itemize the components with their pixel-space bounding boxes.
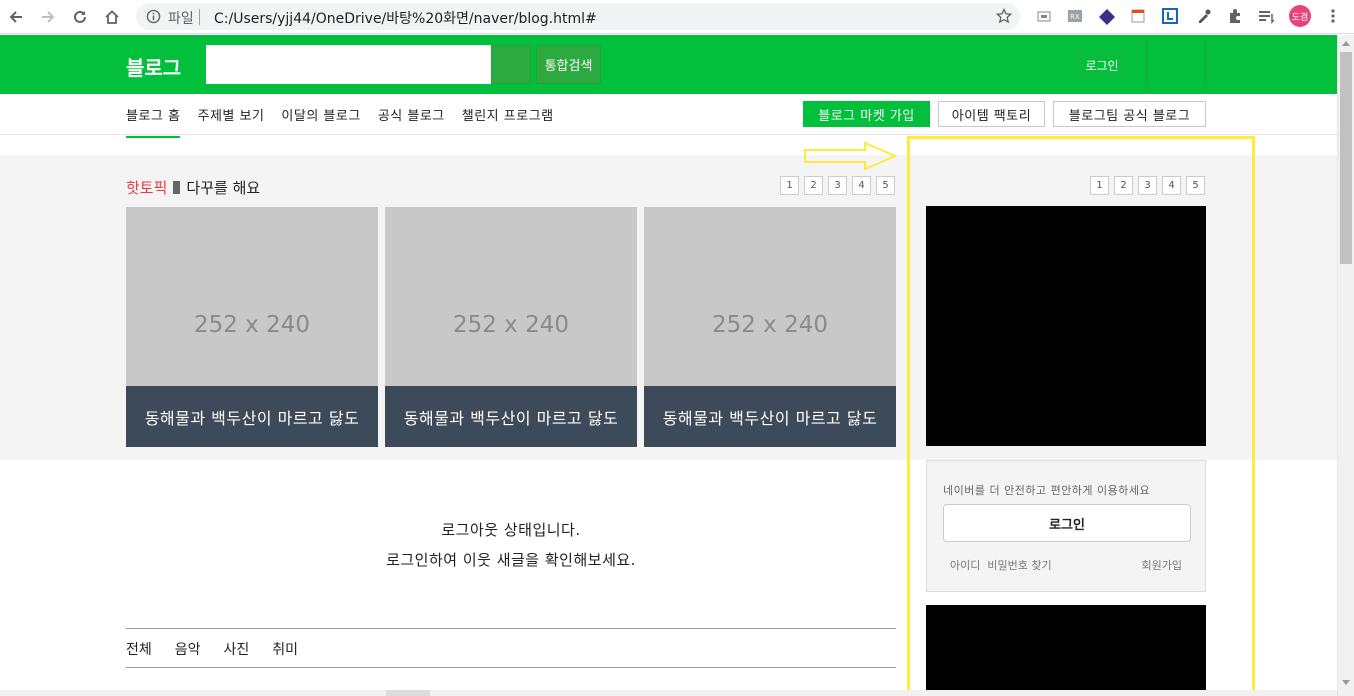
browser-toolbar: 파일 C:/Users/yjj44/OneDrive/바탕%20화면/naver… [0, 0, 1354, 34]
page-button[interactable]: 4 [852, 176, 871, 195]
info-icon[interactable] [146, 9, 161, 28]
login-message: 네이버를 더 안전하고 편안하게 이용하세요 [943, 484, 1151, 497]
rx-extension-icon[interactable]: RX [1067, 8, 1085, 26]
hot-topic-title: 핫토픽 다꾸를 해요 [126, 177, 260, 198]
gnb-item-challenge[interactable]: 챌린지 프로그램 [462, 105, 554, 138]
gnb-item-topics[interactable]: 주제별 보기 [197, 105, 264, 138]
divider [1146, 35, 1147, 94]
screen-extension-icon[interactable] [1036, 8, 1054, 26]
page-button[interactable]: 3 [828, 176, 847, 195]
page-button[interactable]: 4 [1162, 176, 1181, 195]
header-login-button[interactable]: 로그인 [1078, 54, 1126, 76]
eyedropper-extension-icon[interactable] [1196, 8, 1214, 26]
forward-icon[interactable] [38, 7, 58, 27]
tab-all[interactable]: 전체 [126, 639, 152, 659]
gnb-menu: 블로그 홈 주제별 보기 이달의 블로그 공식 블로그 챌린지 프로그램 [126, 105, 554, 138]
card-caption: 동해물과 백두산이 마르고 닳도 [385, 386, 637, 447]
reload-icon[interactable] [70, 7, 90, 27]
horizontal-scrollbar[interactable] [0, 690, 1337, 696]
scrollbar-thumb[interactable] [1340, 52, 1352, 264]
gnb-item-official[interactable]: 공식 블로그 [378, 105, 445, 138]
divider [173, 181, 181, 194]
scrollbar-thumb[interactable] [386, 690, 430, 696]
web-page: 블로그 통합검색 로그인 블로그 홈 주제별 보기 이달의 블로그 공식 블로그… [0, 35, 1337, 696]
gnb-item-monthly[interactable]: 이달의 블로그 [281, 105, 360, 138]
search-icon-button[interactable] [491, 45, 531, 84]
card-caption: 동해물과 백두산이 마르고 닳도 [644, 386, 896, 447]
reading-list-icon[interactable] [1258, 8, 1276, 26]
gnb-item-home[interactable]: 블로그 홈 [126, 105, 181, 138]
back-icon[interactable] [6, 7, 26, 27]
search-input[interactable] [206, 45, 491, 84]
page-button[interactable]: 1 [1090, 176, 1109, 195]
global-nav: 블로그 홈 주제별 보기 이달의 블로그 공식 블로그 챌린지 프로그램 블로그… [0, 94, 1337, 138]
blog-logo[interactable]: 블로그 [126, 52, 181, 81]
find-id-password-link[interactable]: 아이디 비밀번호 찾기 [950, 557, 1052, 573]
aside-login-button[interactable]: 로그인 [943, 504, 1191, 542]
layers-extension-icon[interactable] [1098, 8, 1116, 26]
notes-extension-icon[interactable] [1130, 8, 1148, 26]
image-placeholder: 252 x 240 [711, 312, 829, 338]
hot-topic-card[interactable]: 252 x 240 동해물과 백두산이 마르고 닳도 [385, 207, 637, 447]
page-button[interactable]: 2 [804, 176, 823, 195]
total-search-button[interactable]: 통합검색 [536, 45, 601, 84]
tab-hobby[interactable]: 취미 [272, 639, 298, 659]
divider [1205, 35, 1206, 94]
image-placeholder: 252 x 240 [452, 312, 570, 338]
page-button[interactable]: 3 [1138, 176, 1157, 195]
logout-line: 로그인하여 이웃 새글을 확인해보세요. [386, 551, 636, 569]
page-button[interactable]: 5 [876, 176, 895, 195]
address-bar[interactable]: 파일 C:/Users/yjj44/OneDrive/바탕%20화면/naver… [136, 3, 1020, 30]
aside-ad-banner[interactable] [926, 605, 1206, 696]
url-text[interactable]: C:/Users/yjj44/OneDrive/바탕%20화면/naver/bl… [214, 8, 597, 28]
logout-line: 로그아웃 상태입니다. [441, 521, 581, 539]
card-caption: 동해물과 백두산이 마르고 닳도 [126, 386, 378, 447]
bookmark-star-icon[interactable] [995, 7, 1013, 28]
svg-text:RX: RX [1070, 13, 1080, 21]
blog-market-join-button[interactable]: 블로그 마켓 가입 [803, 101, 930, 127]
aside-pager: 1 2 3 4 5 [1090, 176, 1205, 195]
logout-notice: 로그아웃 상태입니다. 로그인하여 이웃 새글을 확인해보세요. [126, 515, 896, 575]
scheme-label: 파일 [168, 11, 194, 27]
tab-music[interactable]: 음악 [175, 639, 201, 659]
divider [199, 9, 200, 25]
page-button[interactable]: 1 [780, 176, 799, 195]
hot-topic-pager: 1 2 3 4 5 [780, 176, 895, 195]
home-icon[interactable] [102, 7, 122, 27]
extensions-puzzle-icon[interactable] [1227, 8, 1245, 26]
page-button[interactable]: 2 [1114, 176, 1133, 195]
scroll-up-icon[interactable] [1342, 41, 1350, 46]
category-tabs: 전체 음악 사진 취미 [126, 628, 896, 668]
annotation-arrow-icon [804, 141, 898, 171]
profile-avatar[interactable]: 도겸 [1289, 5, 1311, 27]
image-placeholder: 252 x 240 [193, 312, 311, 338]
aside-ad-banner[interactable] [926, 206, 1206, 446]
hot-topic-label: 핫토픽 [126, 179, 168, 197]
hot-topic-card[interactable]: 252 x 240 동해물과 백두산이 마르고 닳도 [644, 207, 896, 447]
vertical-scrollbar[interactable] [1337, 35, 1354, 696]
blog-team-official-button[interactable]: 블로그팀 공식 블로그 [1053, 101, 1206, 127]
hot-topic-card[interactable]: 252 x 240 동해물과 백두산이 마르고 닳도 [126, 207, 378, 447]
blog-header: 블로그 통합검색 로그인 [0, 35, 1337, 94]
l-extension-icon[interactable] [1162, 8, 1180, 26]
scroll-down-icon[interactable] [1342, 680, 1350, 685]
aside-login-box: 네이버를 더 안전하고 편안하게 이용하세요 로그인 아이디 비밀번호 찾기 회… [926, 460, 1206, 592]
page-button[interactable]: 5 [1186, 176, 1205, 195]
tab-photo[interactable]: 사진 [224, 639, 250, 659]
join-link[interactable]: 회원가입 [1142, 557, 1182, 573]
menu-kebab-icon[interactable] [1325, 8, 1343, 26]
item-factory-button[interactable]: 아이템 팩토리 [938, 101, 1045, 127]
hot-topic-subtitle: 다꾸를 해요 [186, 179, 261, 197]
